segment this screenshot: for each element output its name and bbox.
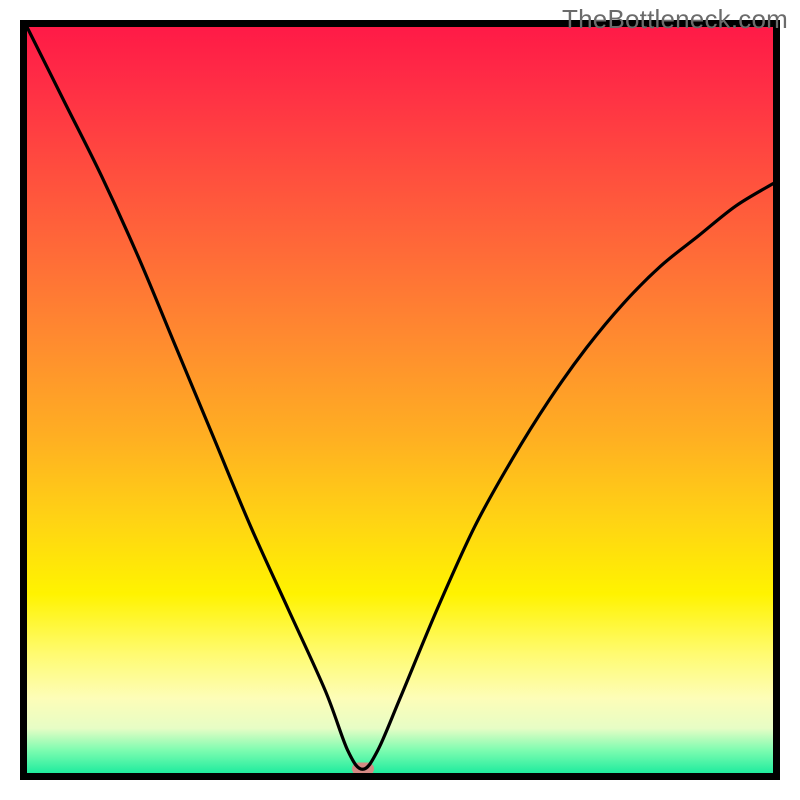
chart-frame: TheBottleneck.com <box>0 0 800 800</box>
bottleneck-curve-path <box>27 27 773 769</box>
curve-layer <box>27 27 773 773</box>
plot-area <box>20 20 780 780</box>
watermark-text: TheBottleneck.com <box>562 4 788 35</box>
